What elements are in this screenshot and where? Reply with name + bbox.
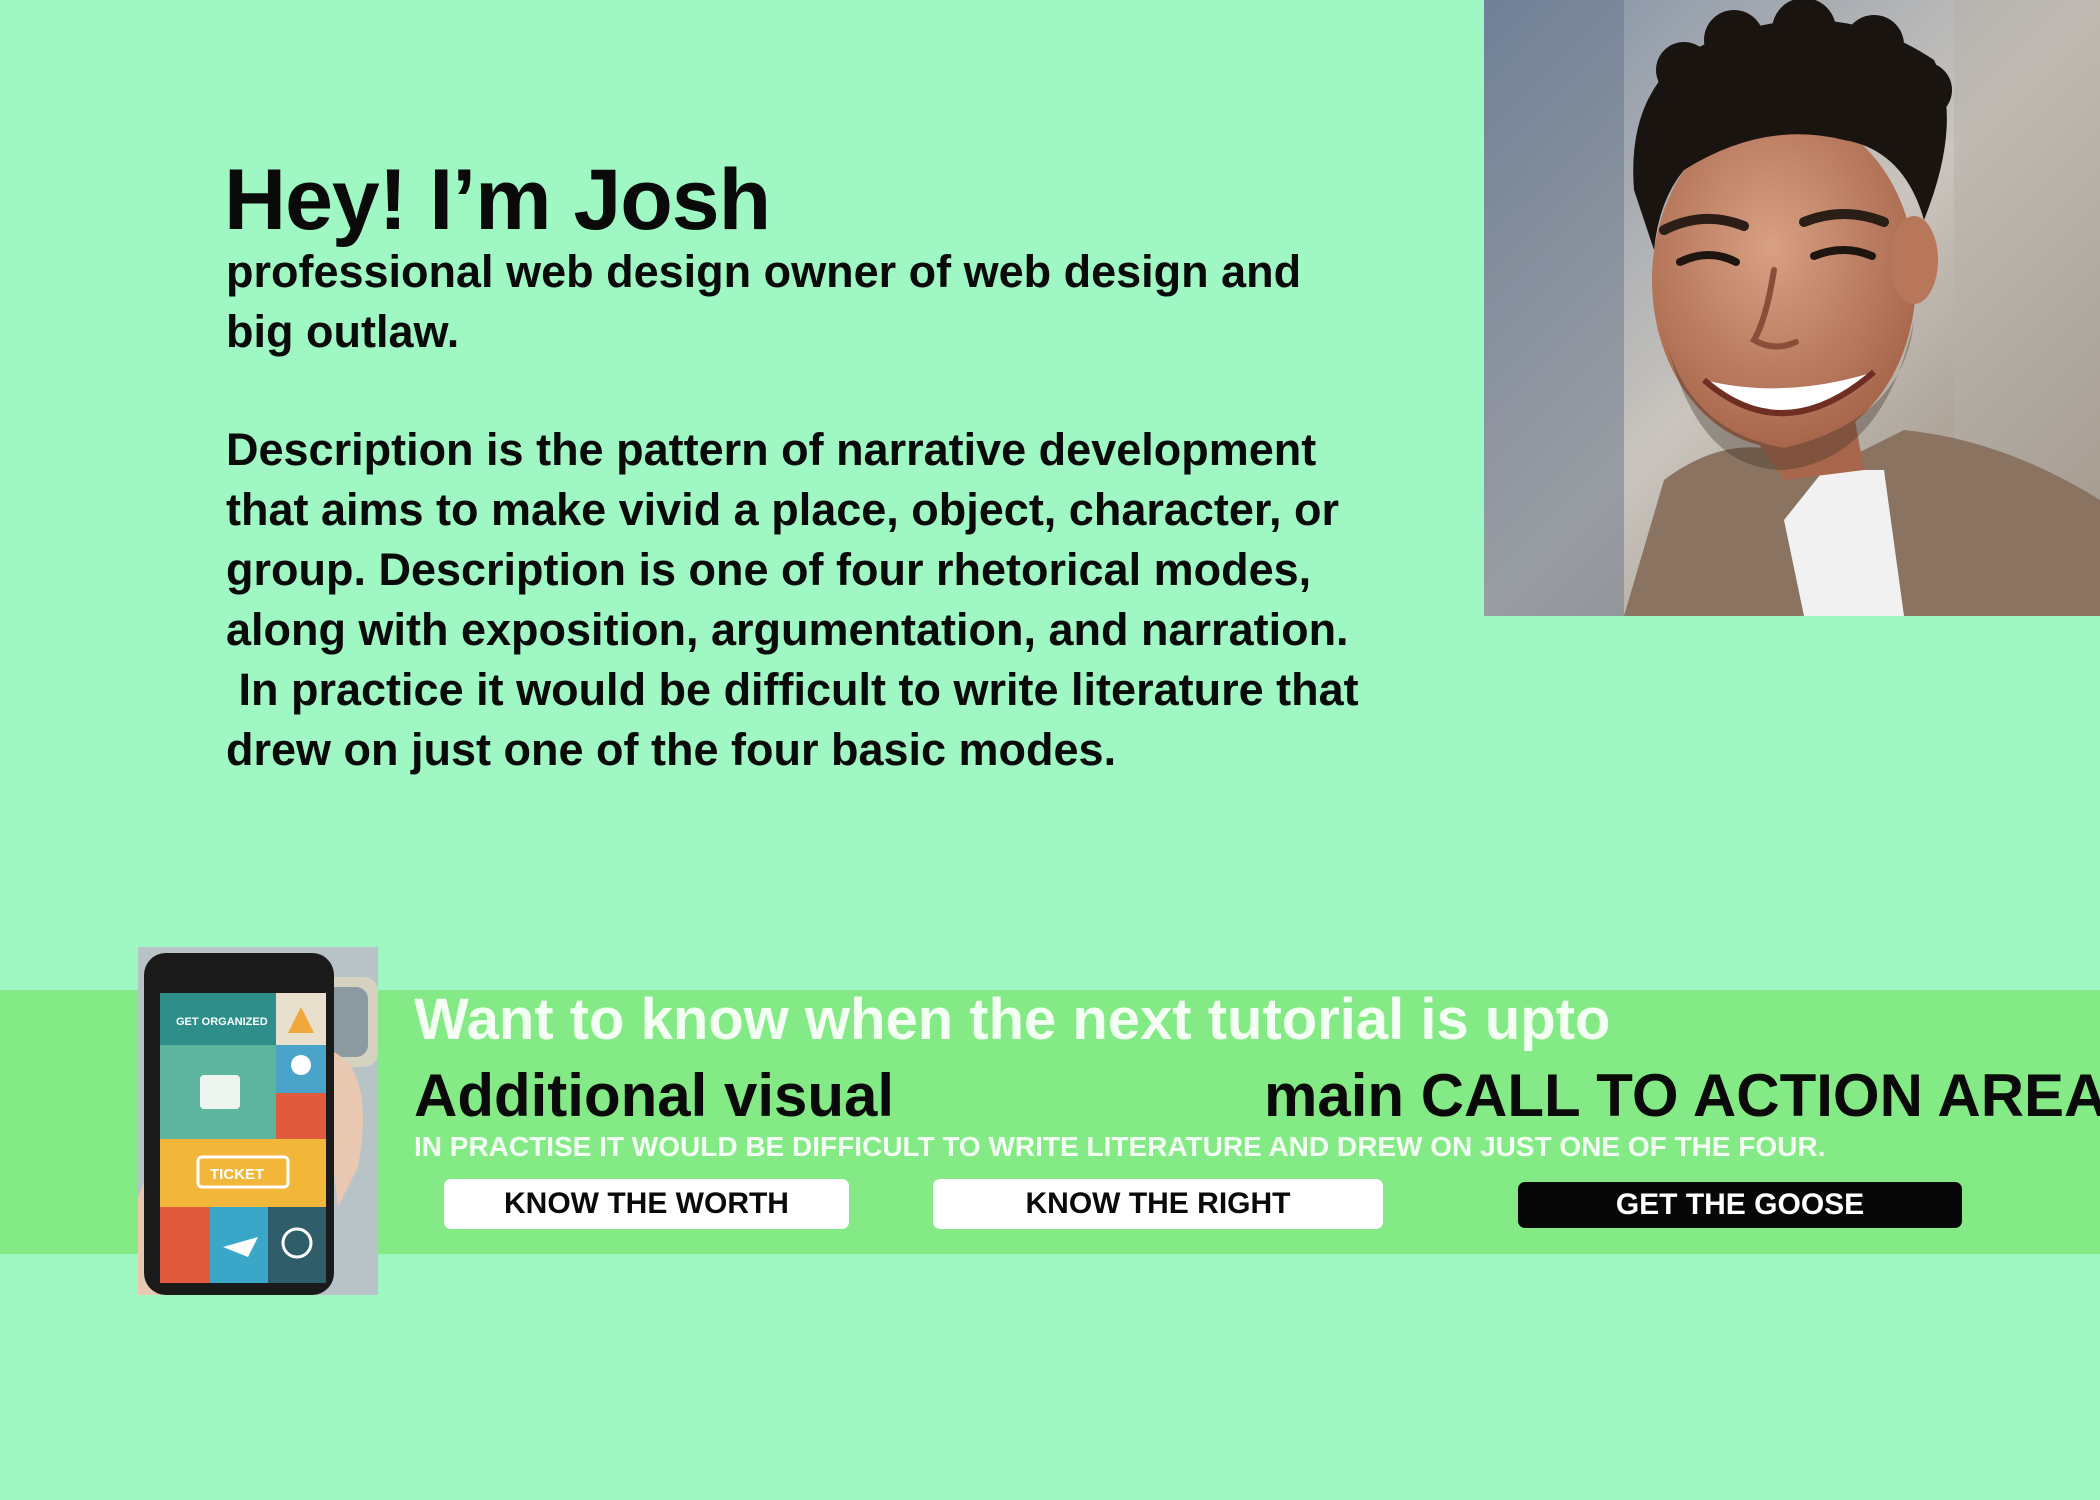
description-line: group. Description is one of four rhetor… (226, 544, 1312, 595)
get-the-goose-button[interactable]: GET THE GOOSE (1518, 1182, 1962, 1228)
phone-app-icon: GET ORGANIZED TICKET (138, 947, 378, 1295)
hero-subtitle: professional web design owner of web des… (226, 246, 1302, 357)
description-line: that aims to make vivid a place, object,… (226, 484, 1339, 535)
cta-heading: Want to know when the next tutorial is u… (414, 987, 1611, 1052)
smiling-man-portrait-icon (1484, 0, 2100, 616)
main-cta-label: main CALL TO ACTION AREA (1264, 1062, 2100, 1129)
know-the-right-button[interactable]: KNOW THE RIGHT (933, 1179, 1383, 1229)
description-line: In practice it would be difficult to wri… (226, 664, 1359, 715)
additional-visual-label: Additional visual (414, 1062, 895, 1129)
description-line: along with exposition, argumentation, an… (226, 604, 1349, 655)
phone-app-visual: GET ORGANIZED TICKET (138, 947, 378, 1295)
description-line: drew on just one of the four basic modes… (226, 724, 1117, 775)
description-line: Description is the pattern of narrative … (226, 424, 1317, 475)
hero-description: Description is the pattern of narrative … (226, 420, 1496, 780)
screen-title: GET ORGANIZED (176, 1016, 268, 1028)
ticket-label: TICKET (210, 1166, 264, 1183)
page-title: Hey! I’m Josh (224, 152, 771, 248)
cta-note: IN PRACTISE IT WOULD BE DIFFICULT TO WRI… (414, 1131, 1826, 1162)
know-the-worth-button[interactable]: KNOW THE WORTH (444, 1179, 849, 1229)
portrait-photo (1484, 0, 2100, 616)
